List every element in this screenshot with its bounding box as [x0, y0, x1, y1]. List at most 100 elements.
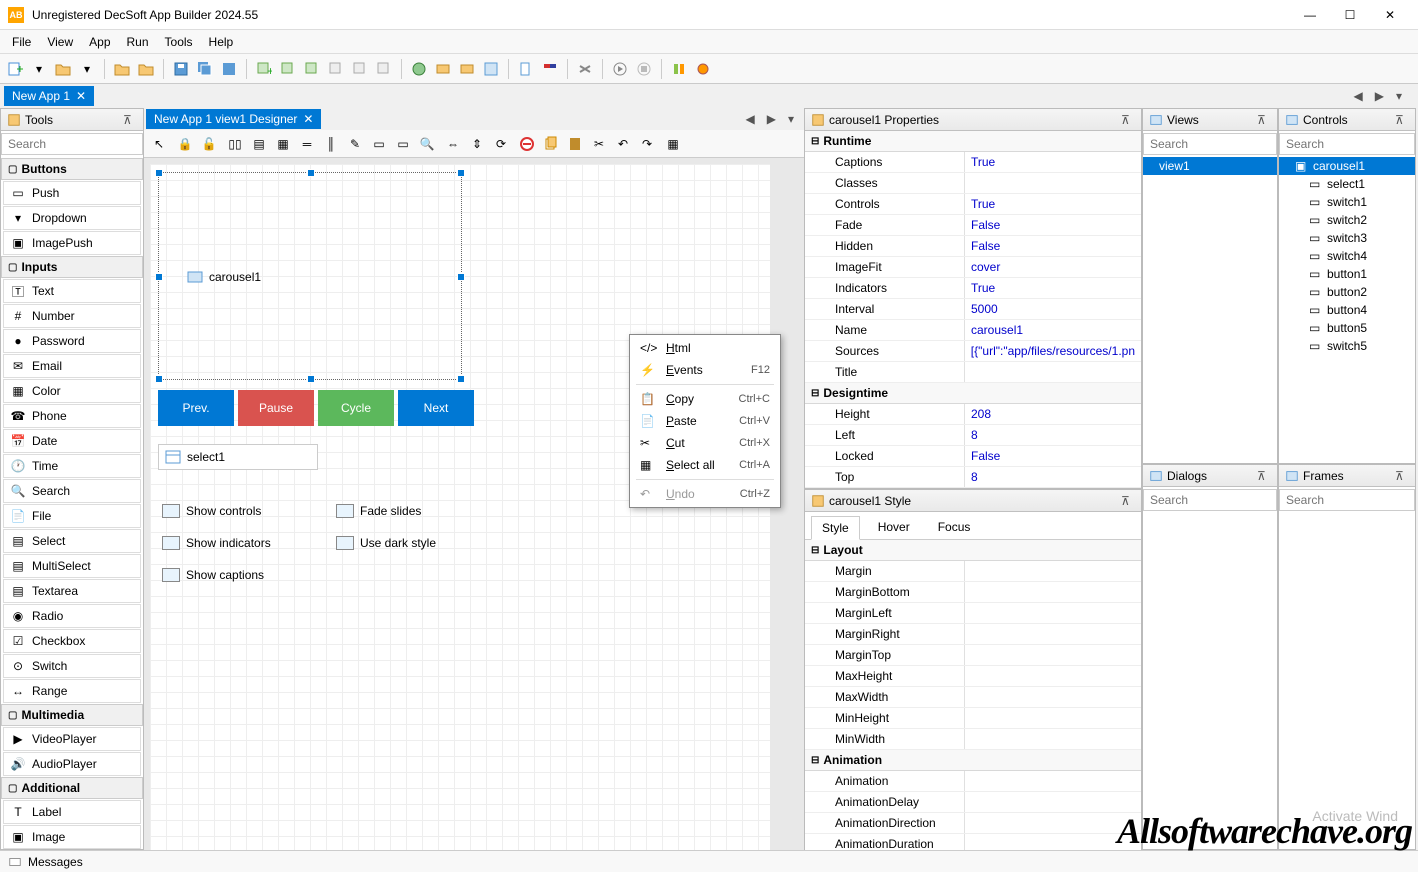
prop-sources[interactable]: Sources[{"url":"app/files/resources/1.pn [805, 341, 1141, 362]
tool-audioplayer[interactable]: 🔊AudioPlayer [3, 752, 141, 776]
menu-app[interactable]: App [81, 31, 118, 53]
undo-button[interactable]: ↶ [612, 133, 634, 155]
align-h-button[interactable]: ═ [296, 133, 318, 155]
style-tab-hover[interactable]: Hover [868, 516, 920, 539]
prop-classes[interactable]: Classes [805, 173, 1141, 194]
prop-interval[interactable]: Interval5000 [805, 299, 1141, 320]
designer-nav-next[interactable]: ▶ [763, 110, 780, 128]
pin-icon[interactable]: ⊼ [1121, 113, 1135, 127]
folder2-button[interactable] [135, 58, 157, 80]
designer-tab[interactable]: New App 1 view1 Designer ✕ [146, 109, 321, 129]
style-animationdelay[interactable]: AnimationDelay [805, 792, 1141, 813]
minimize-button[interactable]: — [1290, 1, 1330, 29]
ctx-cut[interactable]: ✂CutCtrl+X [632, 432, 778, 454]
folder1-button[interactable] [111, 58, 133, 80]
saveas-button[interactable] [218, 58, 240, 80]
pin-icon[interactable]: ⊼ [1257, 469, 1271, 483]
views-search-input[interactable] [1143, 133, 1277, 155]
copy-button[interactable] [540, 133, 562, 155]
prop-height[interactable]: Height208 [805, 404, 1141, 425]
delete-button[interactable] [516, 133, 538, 155]
style-tab-style[interactable]: Style [811, 516, 860, 540]
view-item-view1[interactable]: view1 [1143, 157, 1277, 175]
designer-nav-prev[interactable]: ◀ [742, 110, 759, 128]
envelope-button[interactable] [456, 58, 478, 80]
tback-button[interactable]: ▭ [392, 133, 414, 155]
ctx-copy[interactable]: 📋CopyCtrl+C [632, 388, 778, 410]
control-item-button5[interactable]: ▭button5 [1279, 319, 1415, 337]
add-view-button[interactable]: + [253, 58, 275, 80]
ctx-events[interactable]: ⚡EventsF12 [632, 359, 778, 381]
ctx-select-all[interactable]: ▦Select allCtrl+A [632, 454, 778, 476]
align-grid-button[interactable]: ▦ [272, 133, 294, 155]
style-maxheight[interactable]: MaxHeight [805, 666, 1141, 687]
tfront-button[interactable]: ▭ [368, 133, 390, 155]
pin-icon[interactable]: ⊼ [123, 113, 137, 127]
copy-view-button[interactable] [325, 58, 347, 80]
tool-file[interactable]: 📄File [3, 504, 141, 528]
control-item-button2[interactable]: ▭button2 [1279, 283, 1415, 301]
ctx-html[interactable]: </>Html [632, 337, 778, 359]
select-element[interactable]: select1 [158, 444, 318, 470]
debug-button[interactable] [692, 58, 714, 80]
tool-phone[interactable]: ☎Phone [3, 404, 141, 428]
rotate-button[interactable]: ⟳ [490, 133, 512, 155]
tool-checkbox[interactable]: ☑Checkbox [3, 629, 141, 653]
run-button[interactable] [609, 58, 631, 80]
prop-indicators[interactable]: IndicatorsTrue [805, 278, 1141, 299]
category-multimedia[interactable]: Multimedia [1, 704, 143, 726]
add-dialog-button[interactable] [277, 58, 299, 80]
maximize-button[interactable]: ☐ [1330, 1, 1370, 29]
tool-time[interactable]: 🕐Time [3, 454, 141, 478]
pin-icon[interactable]: ⊼ [1395, 469, 1409, 483]
switch-show-controls[interactable]: Show controls [162, 504, 261, 518]
paint-button[interactable]: ✎ [344, 133, 366, 155]
save-button[interactable] [170, 58, 192, 80]
prop-captions[interactable]: CaptionsTrue [805, 152, 1141, 173]
new-button[interactable] [4, 58, 26, 80]
prop-top[interactable]: Top8 [805, 467, 1141, 488]
animation-group[interactable]: Animation [805, 750, 1141, 771]
window-button[interactable] [480, 58, 502, 80]
open-dropdown[interactable]: ▾ [76, 58, 98, 80]
style-tab-focus[interactable]: Focus [928, 516, 981, 539]
prop-controls[interactable]: ControlsTrue [805, 194, 1141, 215]
pin-icon[interactable]: ⊼ [1395, 113, 1409, 127]
category-additional[interactable]: Additional [1, 777, 143, 799]
style-body[interactable]: Layout MarginMarginBottomMarginLeftMargi… [805, 540, 1141, 855]
paste-button[interactable] [564, 133, 586, 155]
style-maxwidth[interactable]: MaxWidth [805, 687, 1141, 708]
cut-button[interactable]: ✂ [588, 133, 610, 155]
align-left-button[interactable]: ▯▯ [224, 133, 246, 155]
lock-button[interactable]: 🔒 [174, 133, 196, 155]
cycle-button[interactable]: Cycle [318, 390, 394, 426]
switch-fade-slides[interactable]: Fade slides [336, 504, 421, 518]
menu-view[interactable]: View [39, 31, 81, 53]
prop-imagefit[interactable]: ImageFitcover [805, 257, 1141, 278]
zoom-button[interactable]: 🔍 [416, 133, 438, 155]
control-item-switch5[interactable]: ▭switch5 [1279, 337, 1415, 355]
layout-group[interactable]: Layout [805, 540, 1141, 561]
menu-tools[interactable]: Tools [157, 31, 201, 53]
properties-body[interactable]: Runtime CaptionsTrueClassesControlsTrueF… [805, 131, 1141, 488]
style-marginright[interactable]: MarginRight [805, 624, 1141, 645]
tool-imagepush[interactable]: ▣ImagePush [3, 231, 141, 255]
frames-search-input[interactable] [1279, 489, 1415, 511]
new-dropdown[interactable]: ▾ [28, 58, 50, 80]
files-button[interactable] [515, 58, 537, 80]
tool-radio[interactable]: ◉Radio [3, 604, 141, 628]
redo-button[interactable]: ↷ [636, 133, 658, 155]
flip-v-button[interactable]: ⇕ [466, 133, 488, 155]
ctx-paste[interactable]: 📄PasteCtrl+V [632, 410, 778, 432]
props-button[interactable]: ▦ [662, 133, 684, 155]
close-icon[interactable]: ✕ [76, 89, 86, 103]
prop-locked[interactable]: LockedFalse [805, 446, 1141, 467]
globe-button[interactable] [408, 58, 430, 80]
prop-left[interactable]: Left8 [805, 425, 1141, 446]
pin-icon[interactable]: ⊼ [1257, 113, 1271, 127]
control-root[interactable]: ▣carousel1 [1279, 157, 1415, 175]
tool-number[interactable]: #Number [3, 304, 141, 328]
style-margin[interactable]: Margin [805, 561, 1141, 582]
control-item-switch4[interactable]: ▭switch4 [1279, 247, 1415, 265]
tool-videoplayer[interactable]: ▶VideoPlayer [3, 727, 141, 751]
